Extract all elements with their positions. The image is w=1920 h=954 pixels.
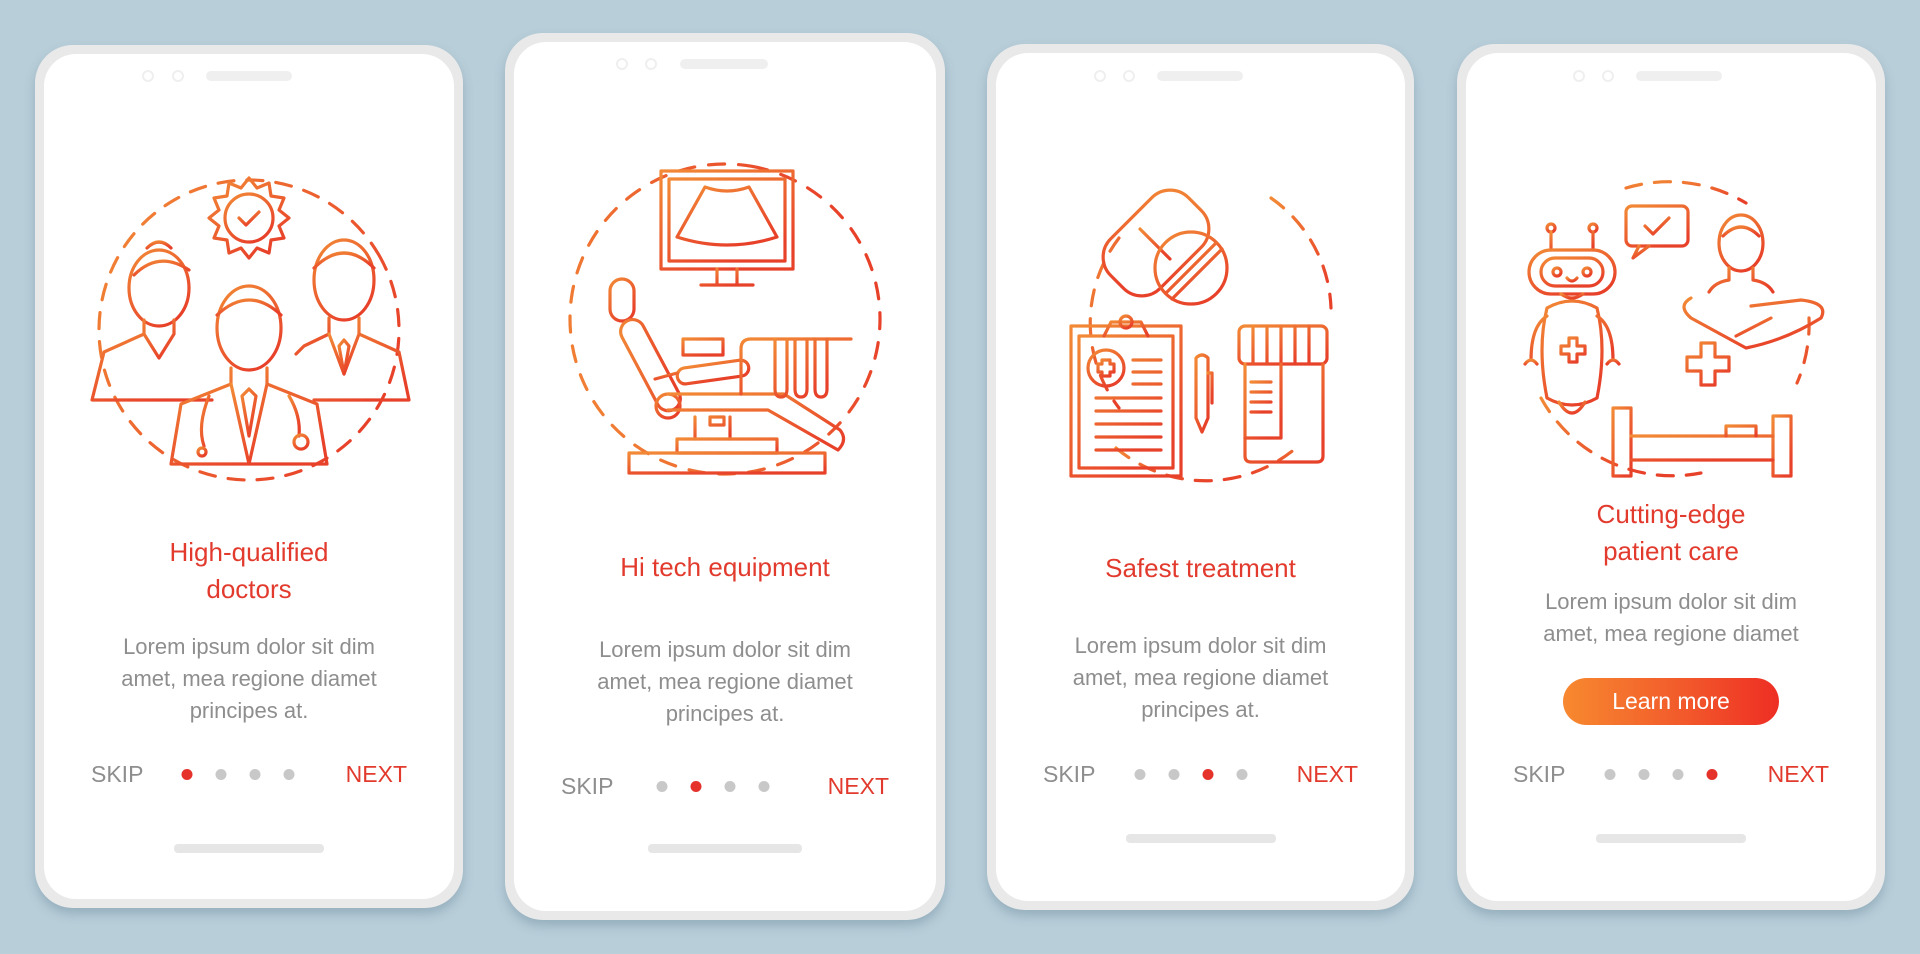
description-line: principes at. bbox=[665, 701, 785, 726]
description-line: Lorem ipsum dolor sit dim bbox=[599, 637, 851, 662]
next-button[interactable]: NEXT bbox=[346, 759, 407, 789]
speaker-grille bbox=[1157, 71, 1243, 81]
screen-content: Safest treatment Lorem ipsum dolor sit d… bbox=[996, 53, 1405, 901]
description-line: Lorem ipsum dolor sit dim bbox=[123, 634, 375, 659]
home-indicator bbox=[1125, 834, 1276, 843]
page-dot[interactable] bbox=[724, 781, 736, 792]
next-button[interactable]: NEXT bbox=[1768, 759, 1829, 789]
title-line: Hi tech equipment bbox=[620, 552, 830, 582]
speaker-grille bbox=[206, 71, 292, 81]
screen-content: Hi tech equipment Lorem ipsum dolor sit … bbox=[514, 42, 936, 911]
page-dot[interactable] bbox=[758, 781, 770, 792]
description-line: principes at. bbox=[189, 698, 309, 723]
home-indicator bbox=[648, 844, 802, 853]
page-indicator bbox=[1604, 769, 1718, 780]
ultrasound-equipment-icon bbox=[565, 159, 885, 479]
page-dot[interactable] bbox=[1672, 769, 1684, 780]
page-dot-active[interactable] bbox=[181, 769, 193, 780]
home-indicator bbox=[174, 844, 324, 853]
home-indicator bbox=[1596, 834, 1746, 843]
camera-icon bbox=[1123, 70, 1135, 82]
description-line: amet, mea regione diamet bbox=[1072, 665, 1329, 690]
learn-more-button[interactable]: Learn more bbox=[1563, 678, 1779, 725]
description-line: amet, mea regione diamet bbox=[597, 669, 853, 694]
screen-content: Cutting-edge patient care Lorem ipsum do… bbox=[1466, 53, 1876, 901]
title-line: High-qualified bbox=[169, 537, 329, 567]
page-dot-active[interactable] bbox=[690, 781, 702, 792]
title-line: doctors bbox=[206, 574, 292, 604]
onboarding-nav: SKIP NEXT bbox=[44, 759, 454, 789]
title-line: Safest treatment bbox=[1105, 553, 1296, 583]
page-dot[interactable] bbox=[1638, 769, 1650, 780]
speaker-grille bbox=[680, 59, 768, 69]
camera-icon bbox=[616, 58, 628, 70]
skip-button[interactable]: SKIP bbox=[91, 759, 143, 789]
onboarding-nav: SKIP NEXT bbox=[1466, 759, 1876, 789]
phone-screen-2: Hi tech equipment Lorem ipsum dolor sit … bbox=[505, 33, 945, 920]
phone-screen-1: High-qualified doctors Lorem ipsum dolor… bbox=[35, 45, 463, 908]
page-indicator bbox=[656, 781, 770, 792]
page-indicator bbox=[181, 769, 295, 780]
onboarding-nav: SKIP NEXT bbox=[996, 759, 1405, 789]
camera-icon bbox=[645, 58, 657, 70]
camera-icon bbox=[1602, 70, 1614, 82]
medication-prescription-icon bbox=[1041, 168, 1361, 488]
page-dot[interactable] bbox=[656, 781, 668, 792]
description-line: Lorem ipsum dolor sit dim bbox=[1545, 589, 1797, 614]
screen-title: Hi tech equipment bbox=[514, 549, 936, 586]
screen-description: Lorem ipsum dolor sit dim amet, mea regi… bbox=[514, 634, 936, 730]
skip-button[interactable]: SKIP bbox=[1513, 759, 1565, 789]
description-line: principes at. bbox=[1141, 697, 1260, 722]
doctors-team-icon bbox=[89, 170, 411, 490]
page-dot[interactable] bbox=[283, 769, 295, 780]
title-line: patient care bbox=[1603, 536, 1739, 566]
page-dot[interactable] bbox=[1134, 769, 1145, 780]
skip-button[interactable]: SKIP bbox=[561, 771, 613, 801]
skip-button[interactable]: SKIP bbox=[1043, 759, 1095, 789]
screen-title: Cutting-edge patient care bbox=[1466, 496, 1876, 570]
screen-title: High-qualified doctors bbox=[44, 534, 454, 608]
screen-description: Lorem ipsum dolor sit dim amet, mea regi… bbox=[1466, 586, 1876, 650]
page-dot[interactable] bbox=[1168, 769, 1179, 780]
next-button[interactable]: NEXT bbox=[828, 771, 889, 801]
screen-title: Safest treatment bbox=[996, 550, 1405, 587]
page-dot[interactable] bbox=[215, 769, 227, 780]
page-dot[interactable] bbox=[1604, 769, 1616, 780]
screen-description: Lorem ipsum dolor sit dim amet, mea regi… bbox=[44, 631, 454, 727]
page-dot-active[interactable] bbox=[1202, 769, 1213, 780]
camera-icon bbox=[142, 70, 154, 82]
camera-icon bbox=[172, 70, 184, 82]
phone-screen-4: Cutting-edge patient care Lorem ipsum do… bbox=[1457, 44, 1885, 910]
title-line: Cutting-edge bbox=[1596, 499, 1746, 529]
phone-screen-3: Safest treatment Lorem ipsum dolor sit d… bbox=[987, 44, 1414, 910]
description-line: amet, mea regione diamet bbox=[1543, 621, 1799, 646]
page-indicator bbox=[1134, 769, 1247, 780]
robot-patient-care-icon bbox=[1511, 168, 1831, 488]
screen-description: Lorem ipsum dolor sit dim amet, mea regi… bbox=[996, 630, 1405, 726]
next-button[interactable]: NEXT bbox=[1297, 759, 1358, 789]
camera-icon bbox=[1094, 70, 1106, 82]
page-dot-active[interactable] bbox=[1706, 769, 1718, 780]
description-line: amet, mea regione diamet bbox=[121, 666, 377, 691]
screen-content: High-qualified doctors Lorem ipsum dolor… bbox=[44, 54, 454, 899]
onboarding-nav: SKIP NEXT bbox=[514, 771, 936, 801]
description-line: Lorem ipsum dolor sit dim bbox=[1074, 633, 1327, 658]
camera-icon bbox=[1573, 70, 1585, 82]
speaker-grille bbox=[1636, 71, 1722, 81]
page-dot[interactable] bbox=[249, 769, 261, 780]
page-dot[interactable] bbox=[1236, 769, 1247, 780]
